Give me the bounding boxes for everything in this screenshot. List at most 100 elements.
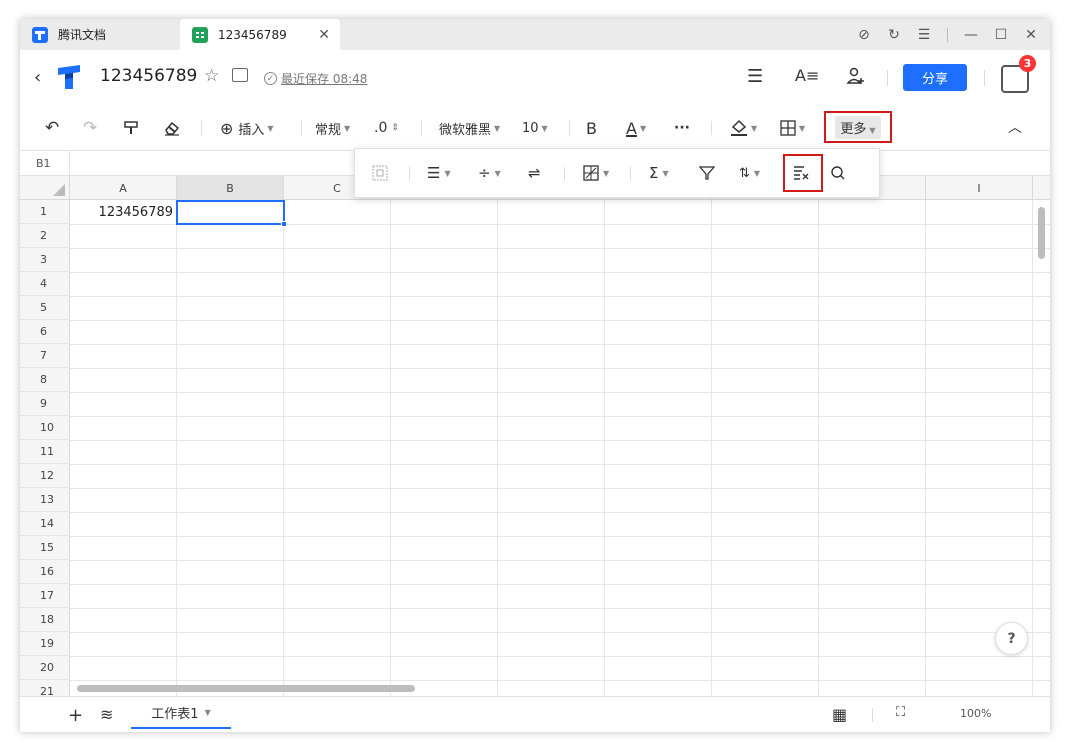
font-color-button[interactable]: A ▼ (626, 118, 646, 138)
selected-cell-b1[interactable] (176, 200, 287, 227)
row-header[interactable]: 2 (20, 224, 70, 248)
text-style-icon[interactable]: A≡ (795, 66, 819, 85)
grid-line (70, 488, 1050, 489)
add-sheet-icon[interactable]: + (68, 705, 83, 726)
tencent-docs-logo-icon[interactable] (54, 62, 84, 92)
help-button[interactable]: ? (995, 622, 1028, 655)
row-header[interactable]: 21 (20, 680, 70, 696)
grid-view-icon[interactable]: ▦ (832, 705, 847, 724)
grid-line (818, 200, 819, 696)
notification-badge: 3 (1019, 55, 1036, 72)
vertical-scrollbar[interactable] (1038, 207, 1045, 259)
spreadsheet-grid[interactable]: A B C D E F G H I 1 2 3 4 5 6 7 8 9 10 1… (20, 176, 1050, 696)
decimal-places-stepper[interactable]: .0 ⇕ (374, 118, 399, 138)
row-header[interactable]: 20 (20, 656, 70, 680)
clear-format-icon[interactable] (792, 163, 810, 183)
select-all-corner[interactable] (20, 176, 70, 200)
search-icon[interactable] (830, 163, 846, 183)
menu-icon[interactable]: ☰ (911, 27, 937, 43)
row-header[interactable]: 9 (20, 392, 70, 416)
row-header[interactable]: 18 (20, 608, 70, 632)
font-family-dropdown[interactable]: 微软雅黑 ▼ (439, 118, 500, 138)
filter-icon[interactable] (699, 163, 715, 183)
format-painter-icon[interactable] (123, 118, 139, 138)
row-header[interactable]: 6 (20, 320, 70, 344)
row-header[interactable]: 13 (20, 488, 70, 512)
grid-line (70, 248, 1050, 249)
minimize-icon[interactable]: — (958, 27, 984, 43)
cell-reference[interactable]: B1 (20, 151, 70, 175)
eraser-icon[interactable] (163, 118, 181, 138)
row-header[interactable]: 12 (20, 464, 70, 488)
row-header[interactable]: 11 (20, 440, 70, 464)
share-button[interactable]: 分享 (903, 64, 967, 91)
column-header[interactable]: I (926, 176, 1033, 200)
more-options-icon[interactable]: ··· (674, 118, 690, 138)
undo-icon[interactable]: ↶ (45, 118, 59, 138)
conditional-format-button[interactable]: ▼ (583, 163, 609, 183)
maximize-icon[interactable]: ☐ (988, 27, 1014, 43)
align-center-icon: ☰ (427, 164, 441, 182)
row-header[interactable]: 15 (20, 536, 70, 560)
grid-line (70, 296, 1050, 297)
close-tab-icon[interactable]: ✕ (318, 27, 330, 43)
move-to-folder-icon[interactable] (232, 68, 248, 82)
fill-handle[interactable] (281, 221, 287, 227)
wrap-text-icon[interactable]: ⇌ (528, 163, 541, 183)
grid-line (925, 200, 926, 696)
tab-document[interactable]: 123456789 ✕ (180, 19, 340, 50)
collapse-toolbar-icon[interactable]: ︿ (1008, 117, 1022, 137)
sheet-list-icon[interactable]: ≋ (100, 705, 113, 724)
row-header[interactable]: 8 (20, 368, 70, 392)
tab-tencent-docs[interactable]: 腾讯文档 (20, 19, 174, 50)
plus-circle-icon: ⊕ (220, 118, 234, 138)
column-header[interactable]: B (177, 176, 284, 200)
border-button[interactable]: ▼ (780, 118, 805, 138)
row-header[interactable]: 1 (20, 200, 70, 224)
row-header[interactable]: 4 (20, 272, 70, 296)
row-header[interactable]: 14 (20, 512, 70, 536)
grid-line (70, 536, 1050, 537)
row-header[interactable]: 19 (20, 632, 70, 656)
font-family-label: 微软雅黑 (439, 122, 492, 138)
row-header[interactable]: 7 (20, 344, 70, 368)
insert-button[interactable]: ⊕ 插入 ▼ (220, 118, 274, 138)
row-header[interactable]: 3 (20, 248, 70, 272)
close-window-icon[interactable]: ✕ (1018, 27, 1044, 43)
merge-cells-icon[interactable] (372, 163, 388, 183)
vertical-align-button[interactable]: ÷ ▼ (478, 163, 501, 183)
sum-function-button[interactable]: Σ ▼ (649, 163, 669, 183)
row-header[interactable]: 17 (20, 584, 70, 608)
redo-icon[interactable]: ↷ (83, 118, 97, 138)
fill-color-button[interactable]: ▼ (730, 118, 757, 138)
refresh-icon[interactable]: ↻ (881, 27, 907, 43)
zoom-level[interactable]: 100% (960, 707, 991, 720)
sheet-tab-1[interactable]: 工作表1 ▼ (131, 697, 231, 729)
row-header[interactable]: 5 (20, 296, 70, 320)
row-header[interactable]: 10 (20, 416, 70, 440)
hamburger-menu-icon[interactable]: ☰ (747, 66, 763, 87)
grid-line (711, 200, 712, 696)
cell-a1[interactable]: 123456789 (70, 200, 175, 224)
sort-button[interactable]: ⇅ ▼ (739, 163, 760, 183)
chevron-down-icon: ▼ (267, 123, 274, 133)
window-controls: ⊘ ↻ ☰ — ☐ ✕ (851, 19, 1044, 50)
document-title[interactable]: 123456789 (100, 66, 197, 86)
compass-icon[interactable]: ⊘ (851, 27, 877, 43)
font-size-dropdown[interactable]: 10 ▼ (522, 118, 548, 138)
horizontal-align-button[interactable]: ☰ ▼ (427, 163, 451, 183)
add-collaborator-icon[interactable] (846, 66, 866, 91)
grid-line (70, 608, 1050, 609)
fullscreen-icon[interactable]: ⛶ (896, 705, 905, 720)
back-icon[interactable]: ‹ (34, 67, 41, 88)
bold-button[interactable]: B (586, 118, 597, 138)
more-button[interactable]: 更多 ▼ (824, 111, 892, 143)
column-header[interactable]: A (70, 176, 177, 200)
row-header[interactable]: 16 (20, 560, 70, 584)
star-icon[interactable]: ☆ (204, 66, 219, 86)
divider (569, 121, 570, 135)
horizontal-scrollbar[interactable] (77, 685, 415, 692)
number-format-label: 常规 (315, 122, 342, 138)
chevron-down-icon: ▼ (753, 168, 761, 178)
number-format-dropdown[interactable]: 常规 ▼ (315, 118, 350, 138)
